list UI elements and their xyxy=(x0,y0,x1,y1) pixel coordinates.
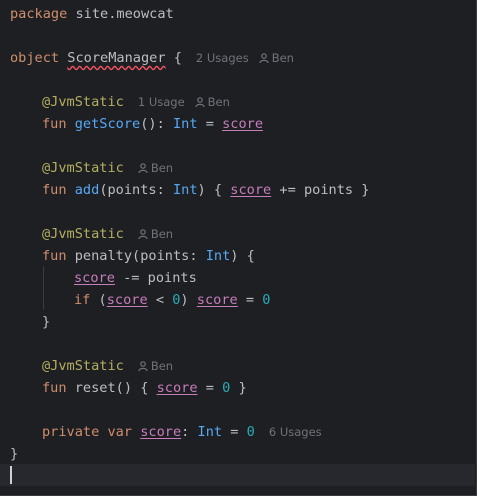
open-brace: { xyxy=(165,50,182,66)
field-score: score xyxy=(222,116,264,132)
number-zero: 0 xyxy=(246,424,255,440)
code-line-package[interactable]: package site.meowcat xyxy=(10,3,174,25)
usages-count[interactable]: 1 Usage xyxy=(138,95,185,109)
colon: : xyxy=(181,424,198,440)
field-score: score xyxy=(74,270,115,286)
params-open: (points: xyxy=(132,248,206,264)
type-int: Int xyxy=(172,182,198,198)
code-line-penalty-body-1[interactable]: score -= points xyxy=(74,267,197,289)
author-name[interactable]: Ben xyxy=(151,161,173,175)
keyword-package: package xyxy=(10,6,68,22)
function-name-reset: reset xyxy=(74,380,116,396)
assign: = xyxy=(237,292,263,308)
usages-hint[interactable]: 6 Usages xyxy=(269,425,322,439)
keyword-fun: fun xyxy=(42,248,67,264)
author-name[interactable]: Ben xyxy=(151,227,173,241)
usages-count[interactable]: 2 Usages xyxy=(196,51,249,65)
signature: (): xyxy=(140,116,173,132)
person-icon xyxy=(138,229,148,239)
annotation-jvmstatic: @JvmStatic xyxy=(42,226,124,242)
code-line-getscore[interactable]: fun getScore(): Int = score xyxy=(42,113,263,135)
code-editor[interactable]: package site.meowcat object ScoreManager… xyxy=(0,0,477,496)
number-zero: 0 xyxy=(262,292,271,308)
person-icon xyxy=(138,163,148,173)
person-icon xyxy=(195,97,205,107)
indent-guide xyxy=(43,266,44,310)
annotation-jvmstatic: @JvmStatic xyxy=(42,160,124,176)
code-line-annotation[interactable]: @JvmStatic Ben xyxy=(42,223,173,245)
author-name[interactable]: Ben xyxy=(151,359,173,373)
package-name: site.meowcat xyxy=(67,6,174,22)
equals: = xyxy=(197,116,223,132)
code-line-annotation[interactable]: @JvmStatic Ben xyxy=(42,355,173,377)
function-name-penalty: penalty xyxy=(74,248,133,264)
function-name-add: add xyxy=(74,182,100,198)
field-score: score xyxy=(106,292,148,308)
assign: = xyxy=(197,380,223,396)
text-caret xyxy=(10,466,12,484)
usages-hint[interactable]: 2 Usages Ben xyxy=(196,51,294,65)
close-brace: } xyxy=(42,314,51,330)
function-name-getscore: getScore xyxy=(74,116,141,132)
type-int: Int xyxy=(172,116,198,132)
signature-close: ) { xyxy=(230,248,255,264)
code-line-add[interactable]: fun add(points: Int) { score += points } xyxy=(42,179,369,201)
code-line-annotation[interactable]: @JvmStatic 1 Usage Ben xyxy=(42,91,230,113)
person-icon xyxy=(138,361,148,371)
keyword-var: var xyxy=(107,424,133,440)
author-name[interactable]: Ben xyxy=(272,51,294,65)
code-line-annotation[interactable]: @JvmStatic Ben xyxy=(42,157,173,179)
body-rest: += points } xyxy=(271,182,370,198)
author-name[interactable]: Ben xyxy=(208,95,230,109)
field-score: score xyxy=(156,380,198,396)
author-hint[interactable]: Ben xyxy=(138,359,173,373)
keyword-fun: fun xyxy=(42,182,67,198)
author-hint[interactable]: Ben xyxy=(138,227,173,241)
less-than: < xyxy=(147,292,173,308)
field-score: score xyxy=(230,182,272,198)
author-hint[interactable]: Ben xyxy=(138,161,173,175)
code-line-object-close[interactable]: } xyxy=(10,443,18,465)
type-int: Int xyxy=(205,248,231,264)
annotation-jvmstatic: @JvmStatic xyxy=(42,94,124,110)
body-close: } xyxy=(230,380,247,396)
code-line-reset[interactable]: fun reset() { score = 0 } xyxy=(42,377,247,399)
annotation-jvmstatic: @JvmStatic xyxy=(42,358,124,374)
code-line-penalty-body-2[interactable]: if (score < 0) score = 0 xyxy=(74,289,270,311)
object-name[interactable]: ScoreManager xyxy=(67,50,165,66)
keyword-fun: fun xyxy=(42,116,67,132)
current-line-highlight xyxy=(0,464,475,486)
keyword-object: object xyxy=(10,50,60,66)
field-score: score xyxy=(196,292,238,308)
close-brace: } xyxy=(10,446,19,462)
paren-close: ) xyxy=(180,292,197,308)
paren-open: ( xyxy=(90,292,107,308)
code-line-object-decl[interactable]: object ScoreManager {2 Usages Ben xyxy=(10,47,294,69)
keyword-fun: fun xyxy=(42,380,67,396)
code-line-field-decl[interactable]: private var score: Int = 0 6 Usages xyxy=(42,421,322,443)
code-line-close-brace[interactable]: } xyxy=(42,311,50,333)
person-icon xyxy=(259,53,269,63)
code-line-penalty[interactable]: fun penalty(points: Int) { xyxy=(42,245,255,267)
body-open: () { xyxy=(115,380,157,396)
keyword-private: private xyxy=(42,424,100,440)
body-open: ) { xyxy=(197,182,231,198)
usages-count[interactable]: 6 Usages xyxy=(269,425,322,439)
assign: = xyxy=(222,424,247,440)
minus-assign: -= points xyxy=(114,270,197,286)
keyword-if: if xyxy=(74,292,91,308)
field-score: score xyxy=(140,424,182,440)
usages-hint[interactable]: 1 Usage Ben xyxy=(138,95,230,109)
params-open: (points: xyxy=(99,182,173,198)
type-int: Int xyxy=(197,424,223,440)
